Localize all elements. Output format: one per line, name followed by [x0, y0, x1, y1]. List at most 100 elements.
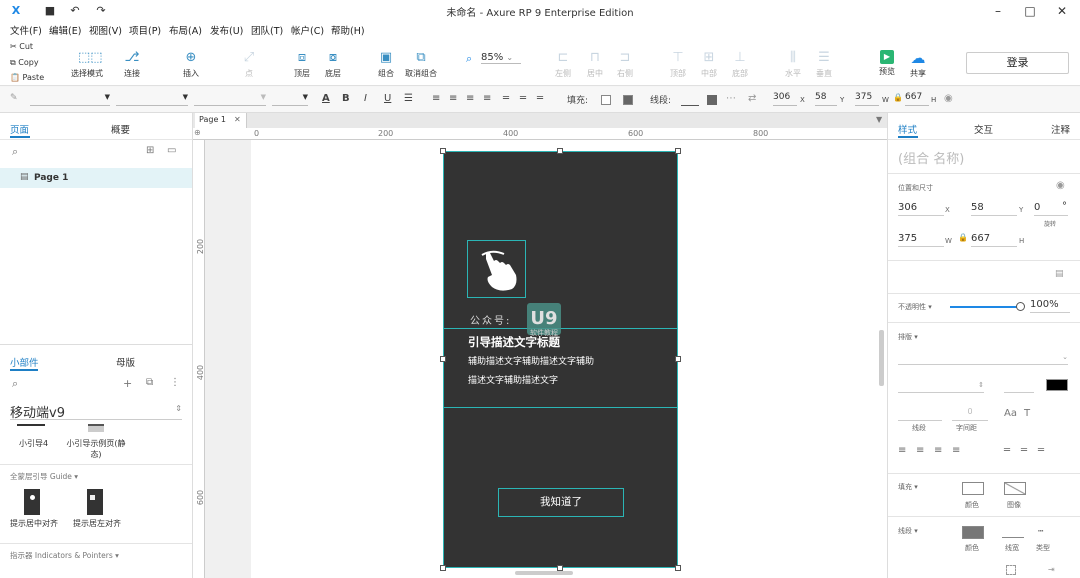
eye-icon[interactable]: ◉: [944, 93, 953, 104]
arrow-style-icon[interactable]: ⇄: [748, 93, 756, 104]
pos-y-field[interactable]: 58: [971, 202, 1017, 216]
menu-account[interactable]: 帐户(C): [291, 23, 324, 37]
tab-interactions[interactable]: 交互: [974, 122, 993, 136]
minimize-icon[interactable]: –: [990, 3, 1006, 19]
login-button[interactable]: 登录: [966, 52, 1069, 74]
menu-edit[interactable]: 编辑(E): [49, 23, 81, 37]
line-spacing-field[interactable]: [898, 407, 942, 421]
fill-image-swatch[interactable]: [1004, 482, 1026, 495]
valign-middle-icon[interactable]: ═: [1021, 445, 1027, 456]
width-field[interactable]: 375: [898, 233, 944, 247]
close-icon[interactable]: ✕: [234, 115, 241, 124]
align-center-button[interactable]: ⊓ 居中: [584, 50, 606, 79]
doc-tab[interactable]: Page 1 ✕: [195, 113, 247, 128]
fill-color-swatch[interactable]: [962, 482, 984, 495]
page-list-item[interactable]: ▤ Page 1: [0, 168, 192, 188]
tab-outline[interactable]: 概要: [111, 122, 130, 136]
valign-top-icon[interactable]: ═: [503, 93, 509, 104]
list-icon[interactable]: ☰: [404, 93, 413, 104]
text-case-icon[interactable]: Aa: [1004, 408, 1017, 419]
text-align-justify-icon[interactable]: ≡: [952, 445, 960, 456]
style-icon[interactable]: ✎: [10, 93, 18, 103]
height-field[interactable]: 667: [971, 233, 1017, 247]
align-text-right-icon[interactable]: ≡: [466, 93, 474, 104]
style-library-icon[interactable]: ▤: [1055, 269, 1064, 279]
fmt-h-field[interactable]: 667: [905, 92, 929, 106]
align-left-button[interactable]: ⊏ 左侧: [552, 50, 574, 79]
text-format-icon[interactable]: T: [1024, 408, 1030, 419]
distribute-h-button[interactable]: ⫼ 水平: [782, 50, 804, 79]
tab-widgets[interactable]: 小部件: [10, 355, 39, 369]
stroke-type-icon[interactable]: ┅: [1038, 527, 1043, 537]
add-folder-icon[interactable]: ▭: [167, 145, 176, 156]
section-guide[interactable]: 全蒙层引导 Guide ▾: [10, 471, 78, 482]
widget-label[interactable]: 提示居中对齐: [10, 518, 58, 529]
copy-button[interactable]: ⧉ Copy: [10, 58, 39, 68]
font-family-select[interactable]: ▼: [116, 92, 188, 106]
shadow-swatch[interactable]: [623, 95, 633, 105]
zoom-select[interactable]: 85% ⌄: [481, 52, 521, 64]
char-spacing-field[interactable]: 0: [952, 407, 988, 421]
font-color-icon[interactable]: A: [322, 93, 330, 104]
align-text-justify-icon[interactable]: ≡: [483, 93, 491, 104]
align-top-button[interactable]: ⊤ 顶部: [667, 50, 689, 79]
bring-top-button[interactable]: ⧈ 顶层: [289, 50, 315, 79]
cut-button[interactable]: ✂ Cut: [10, 42, 33, 51]
align-right-button[interactable]: ⊐ 右侧: [614, 50, 636, 79]
underline-icon[interactable]: U: [384, 93, 391, 104]
close-icon[interactable]: ✕: [1054, 3, 1070, 19]
lock-icon[interactable]: 🔒: [958, 233, 968, 242]
menu-team[interactable]: 团队(T): [251, 23, 283, 37]
opacity-slider-track[interactable]: [950, 306, 1020, 308]
menu-file[interactable]: 文件(F): [10, 23, 42, 37]
add-page-icon[interactable]: ⊞: [146, 145, 154, 156]
connect-button[interactable]: ⎇ 连接: [116, 50, 148, 79]
search-icon[interactable]: ⌕: [12, 145, 18, 159]
tab-pages[interactable]: 页面: [10, 122, 29, 136]
stroke-line-swatch[interactable]: [681, 105, 699, 106]
stroke-width-swatch[interactable]: [1002, 537, 1024, 538]
font-size-select[interactable]: ▼: [272, 92, 308, 106]
fmt-y-field[interactable]: 58: [815, 92, 837, 106]
ungroup-button[interactable]: ⧉ 取消组合: [404, 50, 438, 79]
horizontal-scrollbar[interactable]: [515, 571, 573, 575]
font-size-field[interactable]: [1004, 379, 1034, 393]
resize-handle[interactable]: [675, 148, 681, 154]
paste-button[interactable]: 📋 Paste: [10, 73, 44, 82]
valign-bottom-icon[interactable]: ═: [537, 93, 543, 104]
resize-handle[interactable]: [440, 356, 446, 362]
align-text-center-icon[interactable]: ≡: [449, 93, 457, 104]
phone-group[interactable]: 公众号: U9 软件教程 引导描述文字标题 辅助描述文字辅助描述文字辅助 描述文…: [443, 151, 678, 568]
text-align-center-icon[interactable]: ≡: [916, 445, 924, 456]
text-align-left-icon[interactable]: ≡: [898, 445, 906, 456]
resize-handle[interactable]: [557, 148, 563, 154]
insert-button[interactable]: ⊕ 插入: [174, 50, 208, 79]
font-style-select[interactable]: ▼: [194, 92, 266, 106]
align-bottom-button[interactable]: ⊥ 底部: [729, 50, 751, 79]
tab-masters[interactable]: 母版: [116, 355, 135, 369]
stroke-color-swatch[interactable]: [707, 95, 717, 105]
select-mode-button[interactable]: ⬚⬚ 选择模式: [62, 50, 112, 79]
valign-middle-icon[interactable]: ═: [520, 93, 526, 104]
library-icon[interactable]: ⧉: [146, 377, 153, 388]
add-library-icon[interactable]: +: [123, 377, 132, 390]
menu-layout[interactable]: 布局(A): [169, 23, 202, 37]
eye-icon[interactable]: ◉: [1056, 180, 1065, 191]
resize-handle[interactable]: [675, 356, 681, 362]
stroke-pattern-icon[interactable]: ⋯: [726, 93, 736, 104]
style-select[interactable]: ▼: [30, 92, 110, 106]
preview-button[interactable]: ▶ 预览: [875, 50, 899, 77]
stroke-color-swatch[interactable]: [962, 526, 984, 539]
vertical-scrollbar[interactable]: [879, 330, 884, 386]
bold-icon[interactable]: B: [342, 93, 350, 104]
opacity-field[interactable]: 100%: [1030, 299, 1070, 313]
fmt-w-field[interactable]: 375: [855, 92, 879, 106]
resize-handle[interactable]: [675, 565, 681, 571]
share-button[interactable]: ☁ 共享: [905, 50, 931, 79]
got-it-button[interactable]: 我知道了: [498, 488, 624, 517]
resize-handle[interactable]: [440, 565, 446, 571]
text-align-right-icon[interactable]: ≡: [934, 445, 942, 456]
fill-color-swatch[interactable]: [601, 95, 611, 105]
menu-view[interactable]: 视图(V): [89, 23, 122, 37]
italic-icon[interactable]: I: [364, 93, 367, 104]
